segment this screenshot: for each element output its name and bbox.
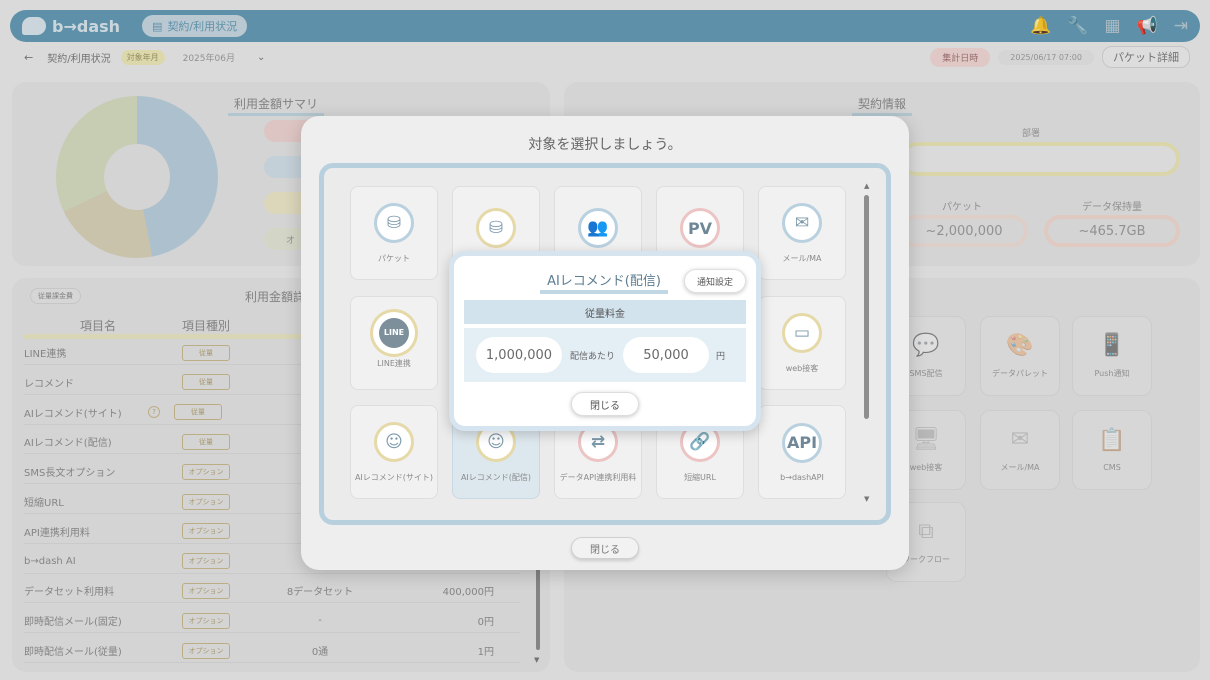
ai-recommend-detail-modal: AIレコメンド(配信) 通知設定 従量料金 1,000,000 配信あたり 50… — [449, 251, 761, 431]
modal-title: 対象を選択しましょう。 — [528, 137, 682, 153]
close-button[interactable]: 閉じる — [571, 537, 639, 559]
web-chat-icon: ▭ — [782, 312, 822, 353]
target-card-label: AIレコメンド(配信) — [460, 472, 532, 482]
target-card-label: パケット — [378, 253, 410, 263]
line-icon: LINE — [379, 317, 409, 348]
detail-close-button[interactable]: 閉じる — [571, 392, 639, 416]
target-card[interactable]: LINE LINE連携 — [350, 296, 438, 390]
target-card-label: AIレコメンド(サイト) — [354, 472, 434, 482]
target-card[interactable]: API b→dashAPI — [758, 405, 846, 499]
target-card-label: メール/MA — [782, 253, 822, 263]
pv-icon: PV — [680, 208, 720, 248]
target-card[interactable]: ⛁ パケット — [350, 186, 438, 280]
mail-icon: ✉ — [782, 202, 822, 243]
scroll-up-arrow[interactable]: ▲ — [864, 182, 869, 190]
detail-title: AIレコメンド(配信) — [540, 270, 668, 294]
price-value: 50,000 — [623, 337, 710, 373]
robot-icon: ☺ — [374, 421, 414, 462]
users-icon: 👥 — [578, 208, 618, 248]
target-card[interactable]: ▭ web接客 — [758, 296, 846, 390]
per-delivery-label: 配信あたり — [570, 351, 616, 362]
database-icon: ⛁ — [374, 202, 414, 243]
target-card-label: LINE連携 — [377, 358, 411, 368]
database-icon: ⛁ — [476, 208, 516, 248]
modal-scrollbar-thumb[interactable] — [864, 195, 869, 419]
fee-body: 1,000,000 配信あたり 50,000 円 — [464, 328, 746, 382]
yen-unit: 円 — [716, 351, 726, 362]
scroll-down-arrow[interactable]: ▼ — [864, 495, 869, 503]
volume-value: 1,000,000 — [476, 337, 562, 373]
target-card-label: b→dashAPI — [780, 472, 824, 482]
target-card-label: web接客 — [785, 363, 819, 373]
target-card-label: 短縮URL — [684, 472, 716, 482]
target-card-label: データAPI連携利用料 — [559, 472, 637, 482]
target-card[interactable]: ☺ AIレコメンド(サイト) — [350, 405, 438, 499]
fee-header: 従量料金 — [464, 300, 746, 324]
notification-settings-button[interactable]: 通知設定 — [684, 269, 746, 293]
api-icon: API — [782, 422, 822, 463]
target-card[interactable]: ✉ メール/MA — [758, 186, 846, 280]
